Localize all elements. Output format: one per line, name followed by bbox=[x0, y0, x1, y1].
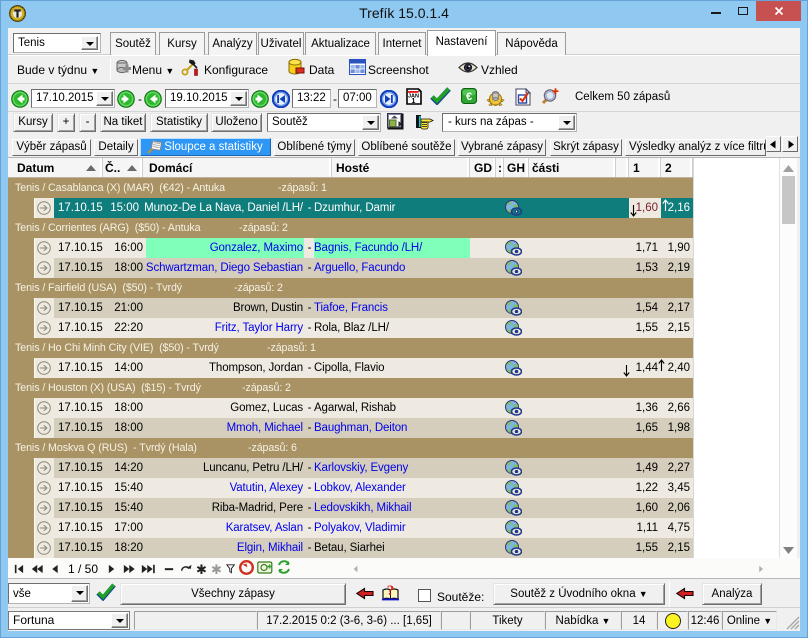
svg-text:?: ? bbox=[387, 583, 395, 599]
svg-text:1: 1 bbox=[412, 98, 416, 105]
svg-text:€: € bbox=[466, 91, 472, 103]
